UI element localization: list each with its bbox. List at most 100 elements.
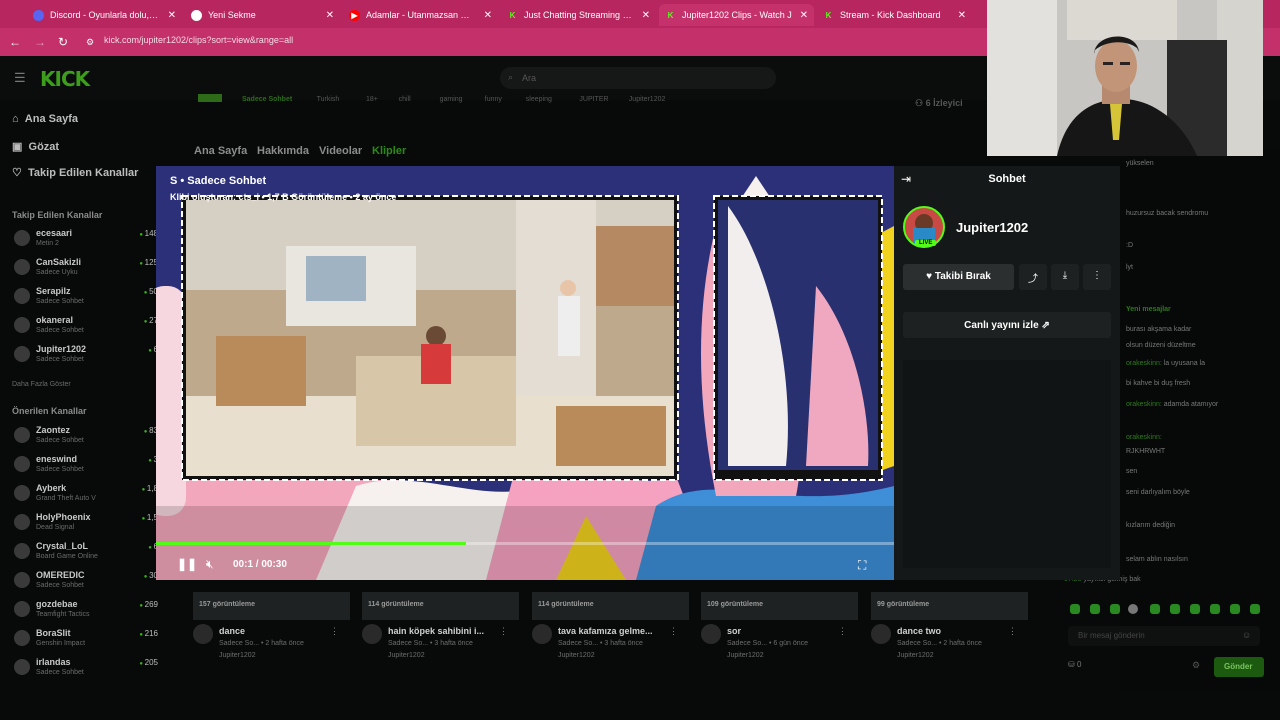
clip-title[interactable]: sor <box>727 626 845 636</box>
sidebar-channel[interactable]: SerapilzSadece Sohbet50 <box>14 286 158 314</box>
channel-tag[interactable]: gaming <box>440 96 463 103</box>
streamer-name[interactable]: Jupiter1202 <box>956 220 1028 235</box>
forward-icon[interactable]: → <box>34 35 46 49</box>
search-input[interactable]: Ara <box>500 67 776 89</box>
clip-more-icon[interactable]: ⋮ <box>1008 626 1017 637</box>
pause-icon[interactable]: ❚❚ <box>177 557 197 571</box>
channel-name: irlandas <box>36 657 71 667</box>
settings-icon[interactable]: ⚙ <box>1192 660 1200 671</box>
channel-avatar <box>14 630 30 646</box>
clip-views: 109 görüntüleme <box>707 601 764 608</box>
clip-card[interactable]: sor Sadece So... • 6 gün önce Jupiter1202 ⋮ <box>701 624 861 664</box>
channel-tag[interactable]: funny <box>485 96 502 103</box>
sidebar-channel[interactable]: HolyPhoenixDead Signal1,5 <box>14 512 158 540</box>
sidebar-channel[interactable]: AyberkGrand Theft Auto V1,8 <box>14 483 158 511</box>
url-text[interactable]: kick.com/jupiter1202/clips?sort=view&ran… <box>104 35 293 45</box>
close-icon[interactable]: ✕ <box>642 10 650 21</box>
tab-label: Adamlar - Utanmazsan Unutm <box>366 10 476 20</box>
sidebar-channel[interactable]: Crystal_LoLBoard Game Online6 <box>14 541 158 569</box>
clip-card[interactable]: hain köpek sahibini i... Sadece So... • 3… <box>362 624 522 664</box>
emoji-icon[interactable]: ☺ <box>1242 630 1251 640</box>
chat-message: seni darlıyalım böyle <box>1126 489 1190 496</box>
browser-tab[interactable]: K Stream - Kick Dashboard ✕ <box>817 4 972 26</box>
chat-message: kızlarım dediğin <box>1126 522 1175 529</box>
back-icon[interactable]: ← <box>9 35 21 49</box>
clip-card[interactable]: dance Sadece So... • 2 hafta önce Jupiter1… <box>193 624 353 664</box>
clip-more-icon[interactable]: ⋮ <box>499 626 508 637</box>
chat-message: yükselen <box>1126 160 1154 167</box>
tab-label: Stream - Kick Dashboard <box>840 10 941 20</box>
browser-tab[interactable]: K Just Chatting Streaming - Live ✕ <box>501 4 656 26</box>
browser-tab[interactable]: ▶ Adamlar - Utanmazsan Unutm ✕ <box>343 4 498 26</box>
channel-tag[interactable]: chill <box>399 96 411 103</box>
send-button[interactable]: Gönder <box>1214 657 1264 677</box>
sidebar-channel[interactable]: BoraSlit Genshin Impact 216 <box>14 628 158 656</box>
channel-tag[interactable]: sleeping <box>526 96 552 103</box>
sidebar-channel[interactable]: eneswindSadece Sohbet3 <box>14 454 158 482</box>
site-info-icon[interactable]: ⚙ <box>86 37 94 48</box>
channel-tag[interactable]: JUPITER <box>579 96 608 103</box>
chat-input[interactable]: Bir mesaj gönderin <box>1068 626 1260 646</box>
channel-tag[interactable]: Turkish <box>317 96 340 103</box>
clip-title[interactable]: hain köpek sahibini i... <box>388 626 506 636</box>
nav-following[interactable]: ♡ Takip Edilen Kanallar <box>12 166 138 179</box>
channel-tab[interactable]: Hakkımda <box>257 145 309 157</box>
unfollow-button[interactable]: ♥ Takibi Bırak <box>903 264 1014 290</box>
clip-more-icon[interactable]: ⋮ <box>838 626 847 637</box>
clip-card[interactable]: tava kafamıza gelme... Sadece So... • 3 h… <box>532 624 692 664</box>
reload-icon[interactable]: ↻ <box>58 35 68 49</box>
close-icon[interactable]: ✕ <box>484 10 492 21</box>
sidebar-channel[interactable]: okaneralSadece Sohbet27 <box>14 315 158 343</box>
sidebar-channel[interactable]: ZaontezSadece Sohbet83 <box>14 425 158 453</box>
mute-icon[interactable]: 🔇︎ <box>206 557 214 572</box>
clip-card[interactable]: dance two Sadece So... • 2 hafta önce Jupi… <box>871 624 1031 664</box>
channel-avatar <box>14 514 30 530</box>
sidebar-channel[interactable]: Jupiter1202Sadece Sohbet6 <box>14 344 158 372</box>
progress-track[interactable] <box>156 542 894 545</box>
more-options-icon[interactable]: ⋮ <box>1083 264 1111 290</box>
clip-thumbnail[interactable]: 109 görüntüleme <box>701 592 858 622</box>
download-icon[interactable]: ⤓ <box>1051 264 1079 290</box>
menu-icon[interactable]: ☰ <box>14 70 26 86</box>
close-icon[interactable]: ✕ <box>800 10 808 21</box>
clip-title[interactable]: dance <box>219 626 337 636</box>
sidebar-channel[interactable]: irlandas Sadece Sohbet 205 <box>14 657 158 685</box>
browser-tab[interactable]: Yeni Sekme ✕ <box>185 4 340 26</box>
sidebar-channel[interactable]: gozdebae Teamfight Tactics 269 <box>14 599 158 627</box>
emote-row[interactable] <box>1070 602 1265 616</box>
channel-tag[interactable]: 18+ <box>366 96 378 103</box>
channel-category: Metin 2 <box>36 240 59 247</box>
clip-video[interactable] <box>156 166 894 580</box>
clip-more-icon[interactable]: ⋮ <box>669 626 678 637</box>
clip-meta: Sadece So... • 2 hafta önce <box>897 640 982 647</box>
clip-meta: Sadece So... • 3 hafta önce <box>558 640 643 647</box>
channel-tab[interactable]: Videolar <box>319 145 362 157</box>
close-icon[interactable]: ✕ <box>168 10 176 21</box>
show-more-link[interactable]: Daha Fazla Göster <box>12 381 71 388</box>
clip-title[interactable]: dance two <box>897 626 1015 636</box>
kick-logo[interactable]: KICK <box>40 67 90 91</box>
close-icon[interactable]: ✕ <box>326 10 334 21</box>
clip-title[interactable]: tava kafamıza gelme... <box>558 626 676 636</box>
clip-thumbnail[interactable]: 157 görüntüleme <box>193 592 350 622</box>
clip-thumbnail[interactable]: 99 görüntüleme <box>871 592 1028 622</box>
sidebar-channel[interactable]: CanSakizliSadece Uyku125 <box>14 257 158 285</box>
watch-live-button[interactable]: Canlı yayını izle ⇗ <box>903 312 1111 338</box>
channel-tag[interactable]: Sadece Sohbet <box>242 96 292 103</box>
clip-more-icon[interactable]: ⋮ <box>330 626 339 637</box>
nav-home[interactable]: ⌂ Ana Sayfa <box>12 113 78 125</box>
sidebar-channel[interactable]: ecesaariMetin 2148 <box>14 228 158 256</box>
browser-tab[interactable]: Discord - Oyunlarla dolu, eğlen ✕ <box>27 4 182 26</box>
sidebar-channel[interactable]: OMEREDICSadece Sohbet30 <box>14 570 158 598</box>
channel-tag[interactable]: Jupiter1202 <box>629 96 666 103</box>
channel-category: Sadece Sohbet <box>36 582 84 589</box>
fullscreen-icon[interactable]: ⛶ <box>858 558 866 573</box>
channel-tab[interactable]: Klipler <box>372 145 406 157</box>
clip-thumbnail[interactable]: 114 görüntüleme <box>532 592 689 622</box>
clip-thumbnail[interactable]: 114 görüntüleme <box>362 592 519 622</box>
close-icon[interactable]: ✕ <box>958 10 966 21</box>
nav-browse[interactable]: ▣ Gözat <box>12 140 59 153</box>
share-icon[interactable]: ⤴ <box>1019 264 1047 290</box>
browser-tab[interactable]: K Jupiter1202 Clips - Watch J ✕ <box>659 4 814 26</box>
channel-tab[interactable]: Ana Sayfa <box>194 145 247 157</box>
